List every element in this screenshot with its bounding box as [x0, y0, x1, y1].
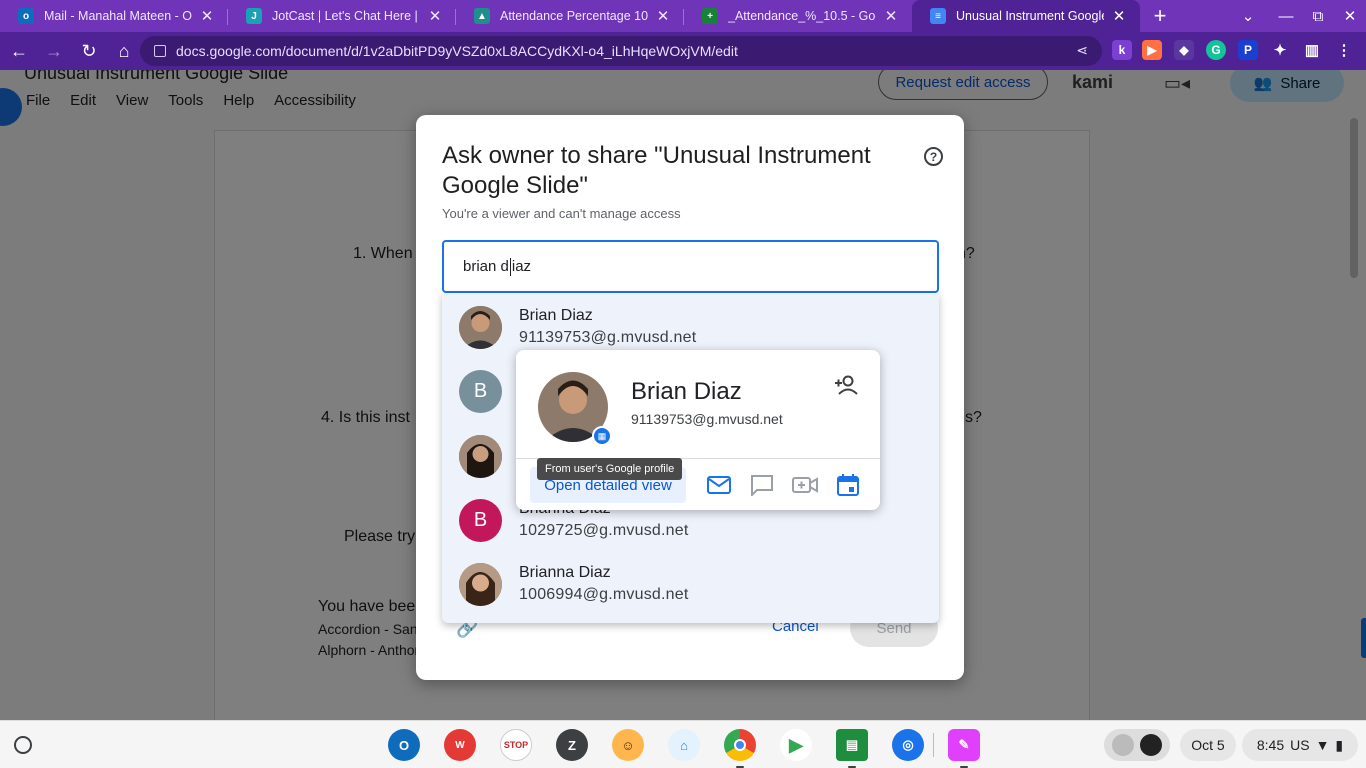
extensions-puzzle-icon[interactable]: ✦: [1270, 40, 1290, 60]
classroom-app-icon[interactable]: ▤: [836, 729, 868, 761]
suggestion-email: 91139753@g.mvusd.net: [519, 329, 697, 346]
tab-jotcast[interactable]: J JotCast | Let's Chat Here | 10/ ✕: [228, 0, 456, 32]
classlink-app-icon[interactable]: ⌂: [668, 729, 700, 761]
avatar: [459, 306, 502, 349]
suggestion-item[interactable]: Brianna Diaz 1006994@g.mvusd.net: [442, 550, 939, 614]
shield-extension-icon[interactable]: ◆: [1174, 40, 1194, 60]
suggestion-email: 1006994@g.mvusd.net: [519, 586, 689, 603]
card-email: 91139753@g.mvusd.net: [631, 411, 783, 427]
text-caret: [509, 257, 511, 276]
maximize-icon[interactable]: ⧉: [1302, 0, 1334, 32]
thumbnail-2: [1140, 734, 1162, 756]
tab-strip: o Mail - Manahal Mateen - Outlo ✕ J JotC…: [0, 0, 1366, 32]
tab-title: JotCast | Let's Chat Here | 10/: [272, 9, 420, 23]
tab-attendance[interactable]: ▲ Attendance Percentage 10/5/2 ✕: [456, 0, 684, 32]
tab-unusual-instrument[interactable]: ≡ Unusual Instrument Google Sl ✕: [912, 0, 1140, 32]
jotcast-icon: J: [246, 8, 262, 24]
chrome-app-icon[interactable]: [724, 729, 756, 761]
input-text-after-caret: iaz: [511, 258, 532, 275]
docs-icon: ≡: [930, 8, 946, 24]
close-icon[interactable]: ✕: [882, 7, 900, 25]
side-panel-icon[interactable]: ▥: [1302, 40, 1322, 60]
outlook-app-icon[interactable]: O: [388, 729, 420, 761]
launcher-icon[interactable]: [14, 736, 32, 754]
status-tray[interactable]: 8:45 US ▼ ▮: [1242, 729, 1358, 761]
tab-search-icon[interactable]: ⌄: [1232, 0, 1264, 32]
clock-text: 8:45: [1256, 737, 1285, 753]
workspace-badge-icon: ▦: [592, 426, 612, 446]
kami-extension-icon[interactable]: k: [1112, 40, 1132, 60]
outlook-icon: o: [18, 8, 34, 24]
minimize-icon[interactable]: —: [1270, 0, 1302, 32]
sheets-icon: +: [702, 8, 718, 24]
add-contact-icon[interactable]: [834, 372, 860, 398]
camera-app-icon[interactable]: ◎: [892, 729, 924, 761]
tab-title: Mail - Manahal Mateen - Outlo: [44, 9, 192, 23]
screencast-app-icon[interactable]: ✎: [948, 729, 980, 761]
suggestion-name: Brian Diaz: [519, 307, 593, 324]
date-tray[interactable]: Oct 5: [1180, 729, 1236, 761]
tab-mail[interactable]: o Mail - Manahal Mateen - Outlo ✕: [0, 0, 228, 32]
window-close-icon[interactable]: ✕: [1334, 0, 1366, 32]
shelf-separator: [933, 733, 934, 757]
zoom-z-app-icon[interactable]: Z: [556, 729, 588, 761]
stop-bullying-app-icon[interactable]: STOP: [500, 729, 532, 761]
page-info-icon[interactable]: [154, 45, 166, 57]
suggestion-name: Brianna Diaz: [519, 564, 611, 581]
dialog-title: Ask owner to share "Unusual Instrument G…: [442, 142, 871, 199]
screencastify-extension-icon[interactable]: ▶: [1142, 40, 1162, 60]
avatar: [459, 563, 502, 606]
wifi-icon: ▼: [1315, 737, 1330, 753]
help-icon[interactable]: ?: [924, 147, 943, 166]
back-icon[interactable]: ←: [3, 35, 35, 67]
close-icon[interactable]: ✕: [198, 7, 216, 25]
new-tab-button[interactable]: +: [1140, 0, 1180, 32]
card-name: Brian Diaz: [631, 378, 742, 405]
close-icon[interactable]: ✕: [654, 7, 672, 25]
tab-title: Unusual Instrument Google Sl: [956, 9, 1104, 23]
wordwall-app-icon[interactable]: W: [444, 729, 476, 761]
tab-title: _Attendance_%_10.5 - Google S: [728, 9, 876, 23]
grammarly-extension-icon[interactable]: G: [1206, 40, 1226, 60]
holding-space-thumbnails[interactable]: [1104, 729, 1170, 761]
calendar-icon[interactable]: [834, 471, 862, 499]
pear-deck-extension-icon[interactable]: P: [1238, 40, 1258, 60]
avatar: [459, 435, 502, 478]
browser-toolbar: ← → ↻ ⌂ docs.google.com/document/d/1v2aD…: [0, 32, 1366, 70]
dialog-subtitle: You're a viewer and can't manage access: [442, 206, 681, 221]
share-icon[interactable]: ⋖: [1076, 42, 1088, 59]
people-search-input[interactable]: brian d iaz: [442, 240, 939, 293]
locale-text: US: [1290, 737, 1310, 753]
suggestion-email: 1029725@g.mvusd.net: [519, 522, 689, 539]
avatar: B: [459, 499, 502, 542]
avatar: B: [459, 370, 502, 413]
suggestion-item[interactable]: Brian Diaz 91139753@g.mvusd.net: [442, 293, 939, 357]
email-icon[interactable]: [705, 471, 733, 499]
thumbnail-1: [1112, 734, 1134, 756]
tab-attendance-sheet[interactable]: + _Attendance_%_10.5 - Google S ✕: [684, 0, 912, 32]
address-bar[interactable]: docs.google.com/document/d/1v2aDbitPD9yV…: [140, 36, 1102, 66]
close-icon[interactable]: ✕: [1110, 7, 1128, 25]
bitmoji-app-icon[interactable]: ☺: [612, 729, 644, 761]
reload-icon[interactable]: ↻: [73, 35, 105, 67]
play-store-app-icon[interactable]: ▶: [780, 729, 812, 761]
close-icon[interactable]: ✕: [426, 7, 444, 25]
forward-icon[interactable]: →: [38, 35, 70, 67]
profile-source-tooltip: From user's Google profile: [537, 458, 683, 480]
chat-icon[interactable]: [748, 471, 776, 499]
system-shelf: O W STOP Z ☺ ⌂ ▶ ▤ ◎ ✎ Oct 5 8:45 US ▼ ▮: [0, 720, 1366, 768]
video-call-icon[interactable]: [791, 471, 819, 499]
classroom-icon: ▲: [474, 8, 490, 24]
input-text-before-caret: brian d: [463, 258, 509, 275]
menu-kebab-icon[interactable]: ⋮: [1334, 40, 1354, 60]
date-text: Oct 5: [1191, 737, 1225, 753]
home-icon[interactable]: ⌂: [108, 35, 140, 67]
battery-icon: ▮: [1335, 736, 1344, 753]
tab-title: Attendance Percentage 10/5/2: [500, 9, 648, 23]
url-text: docs.google.com/document/d/1v2aDbitPD9yV…: [176, 43, 738, 59]
person-hover-card: ▦ Brian Diaz 91139753@g.mvusd.net Open d…: [516, 350, 880, 510]
